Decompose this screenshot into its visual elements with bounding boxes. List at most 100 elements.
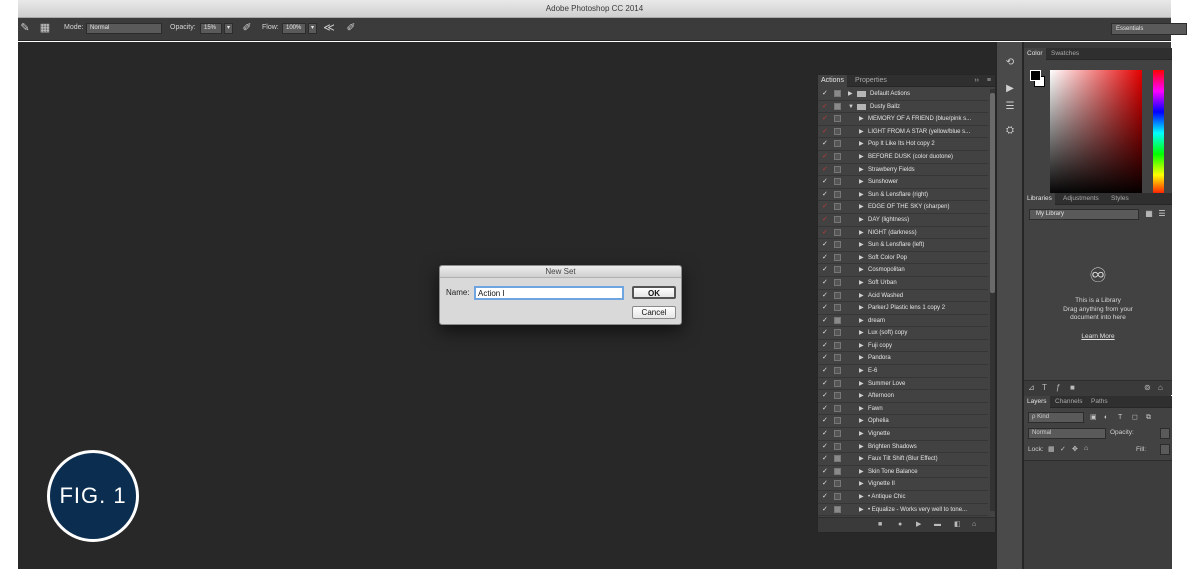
collapsed-triangle-icon[interactable]: ▶ (859, 127, 864, 137)
dialog-toggle-icon[interactable] (834, 291, 841, 299)
collapsed-triangle-icon[interactable]: ▶ (859, 165, 864, 175)
pressure-opacity-icon[interactable]: ✐ (240, 21, 254, 36)
layers-list[interactable] (1024, 460, 1172, 569)
action-row[interactable]: ✓ ▶ Afternoon (818, 390, 988, 403)
action-row[interactable]: ✓ ▶ DAY (lightness) (818, 214, 988, 227)
action-row[interactable]: ✓ ▶ Skin Tone Balance (818, 466, 988, 479)
lock-image-icon[interactable]: ✓ (1060, 445, 1066, 453)
dialog-toggle-icon[interactable] (834, 90, 841, 97)
action-row[interactable]: ✓ ▶ Acid Washed (818, 290, 988, 303)
panel-collapse-icon[interactable]: ›› (974, 75, 979, 87)
toggle-check-icon[interactable]: ✓ (822, 443, 828, 451)
collapsed-triangle-icon[interactable]: ▶ (859, 265, 864, 275)
action-row[interactable]: ✓ ▶ Cosmopolitan (818, 264, 988, 277)
ok-button[interactable]: OK (632, 286, 676, 299)
action-row[interactable]: ✓ ▶ BEFORE DUSK (color duotone) (818, 151, 988, 164)
actions-scrollbar[interactable] (990, 89, 995, 511)
action-row[interactable]: ✓ ▶ ParkerJ Plastic lens 1 copy 2 (818, 302, 988, 315)
scrollbar-thumb[interactable] (990, 93, 995, 293)
toggle-check-icon[interactable]: ✓ (822, 317, 828, 325)
dialog-toggle-icon[interactable] (834, 253, 841, 261)
list-view-icon[interactable]: ☰ (1157, 209, 1167, 219)
action-row[interactable]: ✓ ▶ MEMORY OF A FRIEND (blue/pink s... (818, 113, 988, 126)
toggle-check-icon[interactable]: ✓ (822, 430, 828, 438)
opacity-field[interactable]: 15% (200, 23, 222, 34)
dialog-toggle-icon[interactable] (834, 505, 841, 513)
toggle-check-icon[interactable]: ✓ (822, 392, 828, 400)
toggle-check-icon[interactable]: ✓ (822, 405, 828, 413)
collapsed-triangle-icon[interactable]: ▶ (859, 114, 864, 124)
tab-actions[interactable]: Actions (818, 75, 847, 87)
dialog-toggle-icon[interactable] (834, 442, 841, 450)
color-field[interactable] (1050, 70, 1142, 196)
record-icon[interactable]: ● (898, 520, 902, 530)
collapsed-triangle-icon[interactable]: ▶ (859, 228, 864, 238)
toggle-check-icon[interactable]: ✓ (822, 103, 828, 111)
tab-swatches[interactable]: Swatches (1048, 48, 1082, 60)
filter-type-icon[interactable]: T (1118, 413, 1122, 423)
workspace-select[interactable]: Essentials (1111, 23, 1187, 35)
toggle-check-icon[interactable]: ✓ (822, 229, 828, 237)
dialog-toggle-icon[interactable] (834, 140, 841, 148)
blend-mode-select[interactable]: Normal (1028, 428, 1106, 439)
tool-preset-icon[interactable]: ✎ (18, 21, 32, 36)
toggle-check-icon[interactable]: ✓ (822, 493, 828, 501)
collapsed-triangle-icon[interactable]: ▶ (859, 416, 864, 426)
action-row[interactable]: ✓ ▶ • Equalize - Works very well to tone..… (818, 504, 988, 517)
grid-view-icon[interactable]: ▦ (1144, 209, 1154, 219)
lock-all-icon[interactable]: ⌂ (1084, 445, 1088, 452)
opacity-dropdown-icon[interactable]: ▾ (224, 23, 233, 34)
dialog-toggle-icon[interactable] (834, 455, 841, 463)
collapsed-triangle-icon[interactable]: ▶ (859, 353, 864, 363)
fill-field[interactable] (1160, 444, 1170, 455)
action-row[interactable]: ✓ ▶ Default Actions (818, 88, 988, 101)
action-row[interactable]: ✓ ▶ Summer Love (818, 378, 988, 391)
collapsed-triangle-icon[interactable]: ▶ (859, 278, 864, 288)
flow-field[interactable]: 100% (282, 23, 306, 34)
toggle-check-icon[interactable]: ✓ (822, 380, 828, 388)
dialog-toggle-icon[interactable] (834, 152, 841, 160)
mode-select[interactable]: Normal (86, 23, 162, 34)
filter-smart-icon[interactable]: ⧉ (1146, 413, 1151, 423)
action-row[interactable]: ✓ ▶ dream (818, 315, 988, 328)
dialog-toggle-icon[interactable] (834, 367, 841, 375)
collapsed-triangle-icon[interactable]: ▶ (859, 492, 864, 502)
toggle-check-icon[interactable]: ✓ (822, 279, 828, 287)
collapsed-triangle-icon[interactable]: ▶ (859, 341, 864, 351)
dialog-toggle-icon[interactable] (834, 115, 841, 123)
toggle-check-icon[interactable]: ✓ (822, 329, 828, 337)
toggle-check-icon[interactable]: ✓ (822, 468, 828, 476)
collapsed-triangle-icon[interactable]: ▶ (859, 505, 864, 515)
toggle-check-icon[interactable]: ✓ (822, 304, 828, 312)
toggle-check-icon[interactable]: ✓ (822, 241, 828, 249)
tab-properties[interactable]: Properties (852, 75, 890, 87)
tab-layers[interactable]: Layers (1024, 396, 1050, 408)
flow-dropdown-icon[interactable]: ▾ (308, 23, 317, 34)
toggle-check-icon[interactable]: ✓ (822, 115, 828, 123)
name-input[interactable] (474, 286, 624, 300)
library-trash-icon[interactable]: ⌂ (1158, 383, 1163, 393)
tab-adjustments[interactable]: Adjustments (1060, 193, 1102, 205)
learn-more-link[interactable]: Learn More (1028, 333, 1168, 340)
dialog-toggle-icon[interactable] (834, 228, 841, 236)
dialog-toggle-icon[interactable] (834, 241, 841, 249)
foreground-color-swatch[interactable] (1030, 70, 1041, 81)
action-row[interactable]: ✓ ▶ LIGHT FROM A STAR (yellow/blue s... (818, 126, 988, 139)
tab-paths[interactable]: Paths (1088, 396, 1111, 408)
action-row[interactable]: ✓ ▶ E-6 (818, 365, 988, 378)
action-row[interactable]: ✓ ▶ Sunshower (818, 176, 988, 189)
toggle-check-icon[interactable]: ✓ (822, 178, 828, 186)
action-row[interactable]: ✓ ▶ Pop It Like Its Hot copy 2 (818, 138, 988, 151)
dialog-toggle-icon[interactable] (834, 304, 841, 312)
action-row[interactable]: ✓ ▶ Soft Urban (818, 277, 988, 290)
actions-icon[interactable]: ▶ (1003, 82, 1017, 96)
collapsed-triangle-icon[interactable]: ▶ (859, 429, 864, 439)
layer-kind-filter[interactable]: ρ Kind (1028, 412, 1084, 423)
toggle-check-icon[interactable]: ✓ (822, 254, 828, 262)
dialog-toggle-icon[interactable] (834, 102, 841, 110)
collapsed-triangle-icon[interactable]: ▶ (859, 190, 864, 200)
dialog-toggle-icon[interactable] (834, 316, 841, 324)
collapsed-triangle-icon[interactable]: ▶ (859, 177, 864, 187)
dialog-toggle-icon[interactable] (834, 178, 841, 186)
action-row[interactable]: ✓ ▶ • Antique Chic (818, 491, 988, 504)
